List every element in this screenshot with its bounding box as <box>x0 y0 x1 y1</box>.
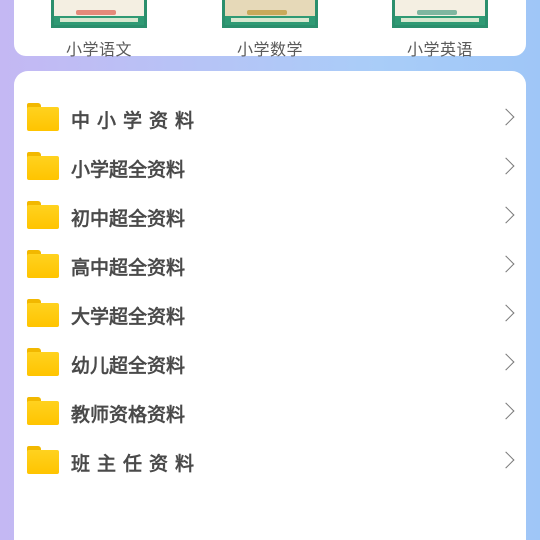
folder-item-preschool[interactable]: 幼儿超全资料 <box>14 344 526 384</box>
folder-item-teacher-cert[interactable]: 教师资格资料 <box>14 393 526 433</box>
folder-icon <box>27 397 59 425</box>
cover-strip <box>401 18 479 22</box>
folder-label: 教师资格资料 <box>71 404 186 426</box>
chevron-right-icon <box>497 353 515 371</box>
folder-icon <box>27 250 59 278</box>
folder-item-primary[interactable]: 小学超全资料 <box>14 148 526 188</box>
book-cover-chinese <box>51 0 147 28</box>
book-label: 小学数学 <box>236 40 303 59</box>
cover-tag <box>417 10 457 15</box>
folder-list: 中小学资料 小学超全资料 初中超全资料 高中超全资料 大学超全资料 幼儿超全资料… <box>14 71 526 540</box>
folder-label: 高中超全资料 <box>71 257 186 279</box>
chevron-right-icon <box>497 157 515 175</box>
folder-icon <box>27 299 59 327</box>
book-cover-english <box>392 0 488 28</box>
folder-label: 幼儿超全资料 <box>71 355 186 377</box>
chevron-right-icon <box>497 255 515 273</box>
folder-icon <box>27 103 59 131</box>
book-label: 小学英语 <box>406 40 473 59</box>
folder-icon <box>27 446 59 474</box>
folder-item-primary-secondary[interactable]: 中小学资料 <box>14 99 526 139</box>
chevron-right-icon <box>497 451 515 469</box>
folder-label: 初中超全资料 <box>71 208 186 230</box>
cover-strip <box>60 18 138 22</box>
chevron-right-icon <box>497 108 515 126</box>
book-english[interactable]: 小学英语 <box>380 0 500 60</box>
chevron-right-icon <box>497 206 515 224</box>
folder-label: 班主任资料 <box>71 453 202 475</box>
folder-label: 中小学资料 <box>71 110 202 132</box>
chevron-right-icon <box>497 402 515 420</box>
textbook-card: 小学语文 小学数学 小学英语 <box>14 0 526 59</box>
folder-label: 小学超全资料 <box>71 159 186 181</box>
book-chinese[interactable]: 小学语文 <box>39 0 159 60</box>
book-cover-math <box>222 0 318 28</box>
folder-item-university[interactable]: 大学超全资料 <box>14 295 526 335</box>
chevron-right-icon <box>497 304 515 322</box>
cover-tag <box>76 10 116 15</box>
book-label: 小学语文 <box>65 40 132 59</box>
folder-label: 大学超全资料 <box>71 306 186 328</box>
folder-item-junior-high[interactable]: 初中超全资料 <box>14 197 526 237</box>
cover-tag <box>247 10 287 15</box>
folder-icon <box>27 152 59 180</box>
folder-item-head-teacher[interactable]: 班主任资料 <box>14 442 526 482</box>
folder-icon <box>27 201 59 229</box>
folder-icon <box>27 348 59 376</box>
cover-strip <box>231 18 309 22</box>
book-math[interactable]: 小学数学 <box>210 0 330 60</box>
folder-item-senior-high[interactable]: 高中超全资料 <box>14 246 526 286</box>
